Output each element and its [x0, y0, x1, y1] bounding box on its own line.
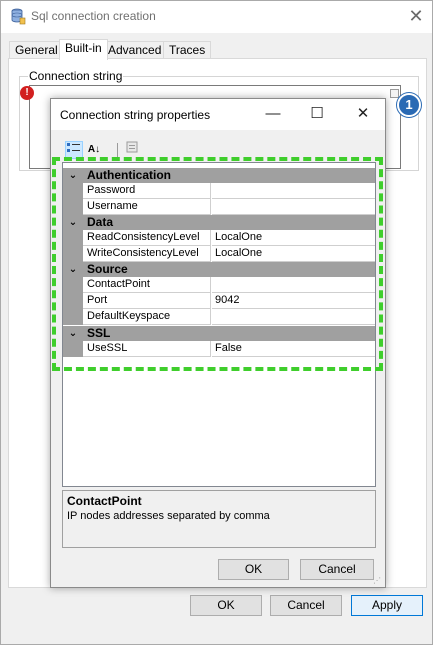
property-name: WriteConsistencyLevel	[83, 246, 211, 262]
category-authentication[interactable]: ⌄ Authentication	[63, 168, 375, 183]
categorized-view-icon[interactable]	[65, 141, 83, 159]
connection-properties-dialog: Connection string properties — ☐ ✕ A↓ ⌄ …	[50, 98, 386, 588]
cancel-button[interactable]: Cancel	[270, 595, 342, 616]
callout-badge: 1	[397, 93, 421, 117]
description-title: ContactPoint	[67, 494, 142, 508]
tab-built-in[interactable]: Built-in	[59, 39, 108, 60]
category-label: Source	[87, 262, 128, 276]
chevron-down-icon[interactable]: ⌄	[67, 215, 79, 230]
property-value[interactable]: LocalOne	[212, 246, 375, 262]
property-value[interactable]	[212, 309, 375, 325]
resize-grip-icon[interactable]: ⋰	[373, 576, 383, 586]
toolbar-separator	[117, 143, 118, 157]
property-value[interactable]: 9042	[212, 293, 375, 309]
tab-traces[interactable]: Traces	[163, 41, 212, 59]
close-icon[interactable]: ✕	[349, 102, 377, 126]
dialog-title: Connection string properties	[60, 108, 211, 122]
alphabetical-view-icon[interactable]: A↓	[85, 141, 103, 159]
property-grid-toolbar: A↓	[59, 141, 379, 159]
chevron-down-icon[interactable]: ⌄	[67, 262, 79, 277]
property-row-write-consistency[interactable]: WriteConsistencyLevel LocalOne	[63, 246, 375, 262]
property-name: Password	[83, 183, 211, 199]
property-value[interactable]: LocalOne	[212, 230, 375, 246]
dialog-titlebar: Connection string properties — ☐ ✕	[51, 99, 385, 130]
category-ssl[interactable]: ⌄ SSL	[63, 326, 375, 341]
error-icon: !	[20, 86, 34, 100]
property-pages-icon[interactable]	[123, 141, 141, 159]
close-icon[interactable]: ✕	[403, 5, 429, 27]
property-row-port[interactable]: Port 9042	[63, 293, 375, 309]
dialog-ok-button[interactable]: OK	[218, 559, 289, 580]
property-value[interactable]	[212, 277, 375, 293]
edit-connection-button[interactable]	[390, 89, 399, 98]
chevron-down-icon[interactable]: ⌄	[67, 326, 79, 341]
connection-string-label: Connection string	[28, 69, 124, 83]
property-row-username[interactable]: Username	[63, 199, 375, 215]
property-value[interactable]	[212, 183, 375, 199]
property-name: Username	[83, 199, 211, 215]
property-name: DefaultKeyspace	[83, 309, 211, 325]
property-name: ReadConsistencyLevel	[83, 230, 211, 246]
apply-button[interactable]: Apply	[351, 595, 423, 616]
category-label: SSL	[87, 326, 111, 340]
tab-advanced[interactable]: Advanced	[102, 41, 168, 59]
property-row-use-ssl[interactable]: UseSSL False	[63, 341, 375, 357]
window-title: Sql connection creation	[31, 9, 156, 23]
property-name: Port	[83, 293, 211, 309]
description-text: IP nodes addresses separated by comma	[67, 510, 270, 522]
property-value[interactable]: False	[212, 341, 375, 357]
category-label: Authentication	[87, 168, 171, 182]
property-row-password[interactable]: Password	[63, 183, 375, 199]
property-row-contact-point[interactable]: ContactPoint	[63, 277, 375, 293]
property-row-default-keyspace[interactable]: DefaultKeyspace	[63, 309, 375, 325]
property-name: ContactPoint	[83, 277, 211, 293]
maximize-icon[interactable]: ☐	[303, 102, 331, 126]
category-label: Data	[87, 215, 114, 229]
category-data[interactable]: ⌄ Data	[63, 215, 375, 230]
property-value[interactable]	[212, 199, 375, 215]
property-row-read-consistency[interactable]: ReadConsistencyLevel LocalOne	[63, 230, 375, 246]
dialog-cancel-button[interactable]: Cancel	[300, 559, 374, 580]
chevron-down-icon[interactable]: ⌄	[67, 168, 79, 183]
ok-button[interactable]: OK	[190, 595, 262, 616]
window-titlebar: Sql connection creation ✕	[1, 1, 432, 33]
tab-general[interactable]: General	[9, 41, 64, 59]
property-grid: ⌄ Authentication Password Username ⌄ Dat…	[62, 162, 376, 487]
category-source[interactable]: ⌄ Source	[63, 262, 375, 277]
minimize-icon[interactable]: —	[259, 102, 287, 126]
database-icon	[10, 8, 26, 25]
property-description-panel: ContactPoint IP nodes addresses separate…	[62, 490, 376, 548]
property-name: UseSSL	[83, 341, 211, 357]
